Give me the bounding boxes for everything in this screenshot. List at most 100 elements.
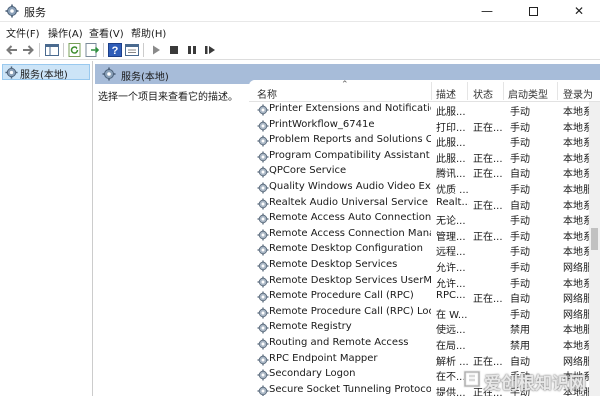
- table-row[interactable]: Remote Procedure Call (RPC) Locat... 在 W.…: [249, 305, 600, 321]
- forward-icon[interactable]: [20, 42, 36, 58]
- refresh-icon[interactable]: [67, 42, 83, 58]
- service-name: Quality Windows Audio Video Expe...: [269, 181, 431, 192]
- service-startup-type: 自动: [510, 356, 530, 368]
- help-icon[interactable]: ?: [107, 42, 123, 58]
- table-row[interactable]: Remote Desktop Services UserMo... 允许... 手动…: [249, 274, 600, 290]
- service-startup-type: 手动: [510, 122, 530, 134]
- description-pane: 选择一个项目来查看它的描述。: [95, 84, 247, 396]
- close-button[interactable]: ✕: [556, 0, 600, 22]
- console-tree: 服务(本地): [0, 61, 93, 396]
- service-status: 正在...: [473, 200, 503, 212]
- service-startup-type: 自动: [510, 200, 530, 212]
- menu-file[interactable]: 文件(F): [6, 25, 40, 40]
- column-divider: [431, 82, 432, 100]
- table-row[interactable]: Remote Desktop Services 允许... 手动 网络服: [249, 258, 600, 274]
- service-gear-icon: [257, 276, 269, 288]
- service-gear-icon: [257, 182, 269, 194]
- table-row[interactable]: PrintWorkflow_6741e 打印... 正在... 手动 本地系: [249, 118, 600, 134]
- service-name: Routing and Remote Access: [269, 337, 409, 348]
- title-bar: 服务 — ✕: [0, 0, 600, 22]
- table-row[interactable]: Quality Windows Audio Video Expe... 优质 ..…: [249, 180, 600, 196]
- column-header-description[interactable]: 描述: [436, 86, 456, 101]
- service-gear-icon: [257, 369, 269, 381]
- table-row[interactable]: Remote Access Connection Manager 管理... 正在.…: [249, 227, 600, 243]
- service-name: Remote Desktop Services: [269, 259, 398, 270]
- table-row[interactable]: Program Compatibility Assistant Se... 此服.…: [249, 149, 600, 165]
- column-header-logon-as[interactable]: 登录为: [563, 86, 593, 101]
- service-gear-icon: [257, 104, 269, 116]
- service-name: Secondary Logon: [269, 368, 356, 380]
- vertical-scrollbar[interactable]: [589, 102, 600, 396]
- table-row[interactable]: RPC Endpoint Mapper 解析 ... 正在... 自动 网络服: [249, 352, 600, 368]
- service-gear-icon: [257, 322, 269, 334]
- service-description: 无论...: [436, 216, 466, 228]
- menu-action[interactable]: 操作(A): [48, 25, 83, 40]
- service-name: Realtek Audio Universal Service: [269, 196, 429, 208]
- service-gear-icon: [257, 260, 269, 272]
- table-row[interactable]: Realtek Audio Universal Service Realt... 正…: [249, 196, 600, 212]
- service-gear-icon: [257, 338, 269, 350]
- menu-help[interactable]: 帮助(H): [131, 25, 166, 40]
- service-status: 正在...: [473, 294, 503, 306]
- properties-icon[interactable]: [124, 42, 140, 58]
- column-header-status[interactable]: 状态: [473, 86, 493, 101]
- service-startup-type: 手动: [510, 138, 530, 150]
- toolbar-separator: [39, 43, 40, 57]
- service-gear-icon: [257, 198, 269, 210]
- show-tree-icon[interactable]: [44, 42, 60, 58]
- table-row[interactable]: Remote Procedure Call (RPC) RPC... 正在... 自动…: [249, 289, 600, 305]
- table-row[interactable]: Printer Extensions and Notifications 此服..…: [249, 102, 600, 118]
- restart-icon[interactable]: [202, 42, 218, 58]
- service-description: 使远...: [436, 325, 466, 337]
- service-status: 正在...: [473, 356, 503, 368]
- table-row[interactable]: Remote Desktop Configuration 远程... 手动 本地系: [249, 242, 600, 258]
- services-list: ⌃ 名称 描述 状态 启动类型 登录为 Printer Extensions a…: [249, 80, 600, 396]
- service-description: 此服...: [436, 138, 466, 150]
- service-startup-type: 禁用: [510, 325, 530, 337]
- tree-item-label: 服务(本地): [20, 70, 68, 81]
- service-name: Remote Registry: [269, 321, 352, 333]
- service-startup-type: 手动: [510, 216, 530, 228]
- toolbar-separator: [143, 43, 144, 57]
- service-gear-icon: [257, 120, 269, 132]
- service-description: 在局...: [436, 341, 466, 352]
- maximize-button[interactable]: [510, 0, 556, 22]
- service-name: Program Compatibility Assistant Se...: [269, 149, 431, 161]
- menu-bar: 文件(F) 操作(A) 查看(V) 帮助(H): [0, 22, 600, 40]
- scrollbar-thumb[interactable]: [591, 228, 598, 250]
- service-startup-type: 手动: [510, 153, 530, 165]
- service-name: Remote Procedure Call (RPC): [269, 290, 414, 302]
- service-startup-type: 手动: [510, 247, 530, 259]
- service-gear-icon: [257, 244, 269, 256]
- back-icon[interactable]: [4, 42, 20, 58]
- service-startup-type: 手动: [510, 278, 530, 290]
- service-name: Remote Procedure Call (RPC) Locat...: [269, 305, 431, 317]
- tree-item-services-local[interactable]: 服务(本地): [2, 64, 90, 81]
- pause-icon[interactable]: [184, 42, 200, 58]
- service-startup-type: 手动: [510, 185, 530, 196]
- table-row[interactable]: QPCore Service 腾讯... 正在... 自动 本地系: [249, 164, 600, 180]
- minimize-button[interactable]: —: [464, 0, 510, 22]
- column-header-name[interactable]: 名称: [257, 86, 277, 101]
- table-row[interactable]: Remote Access Auto Connection M... 无论... 手…: [249, 211, 600, 227]
- stop-icon[interactable]: [166, 42, 182, 58]
- service-status: 正在...: [473, 122, 503, 134]
- service-startup-type: 手动: [510, 231, 530, 243]
- column-header-startup-type[interactable]: 启动类型: [508, 86, 548, 101]
- service-status: 正在...: [473, 231, 503, 243]
- service-description: 解析 ...: [436, 356, 469, 368]
- table-row[interactable]: Problem Reports and Solutions Co... 此服...…: [249, 133, 600, 149]
- watermark-text: 爱创根知识网: [484, 374, 586, 394]
- table-row[interactable]: Remote Registry 使远... 禁用 本地服: [249, 320, 600, 336]
- service-description: 在 W...: [436, 309, 468, 321]
- menu-view[interactable]: 查看(V): [89, 25, 124, 40]
- play-icon[interactable]: [148, 42, 164, 58]
- service-name: PrintWorkflow_6741e: [269, 118, 375, 130]
- description-text: 选择一个项目来查看它的描述。: [98, 92, 238, 103]
- service-startup-type: 手动: [510, 263, 530, 274]
- table-row[interactable]: Routing and Remote Access 在局... 禁用 本地系: [249, 336, 600, 352]
- service-description: 远程...: [436, 247, 466, 259]
- export-icon[interactable]: [84, 42, 100, 58]
- service-gear-icon: [257, 213, 269, 225]
- maximize-icon: [528, 7, 538, 16]
